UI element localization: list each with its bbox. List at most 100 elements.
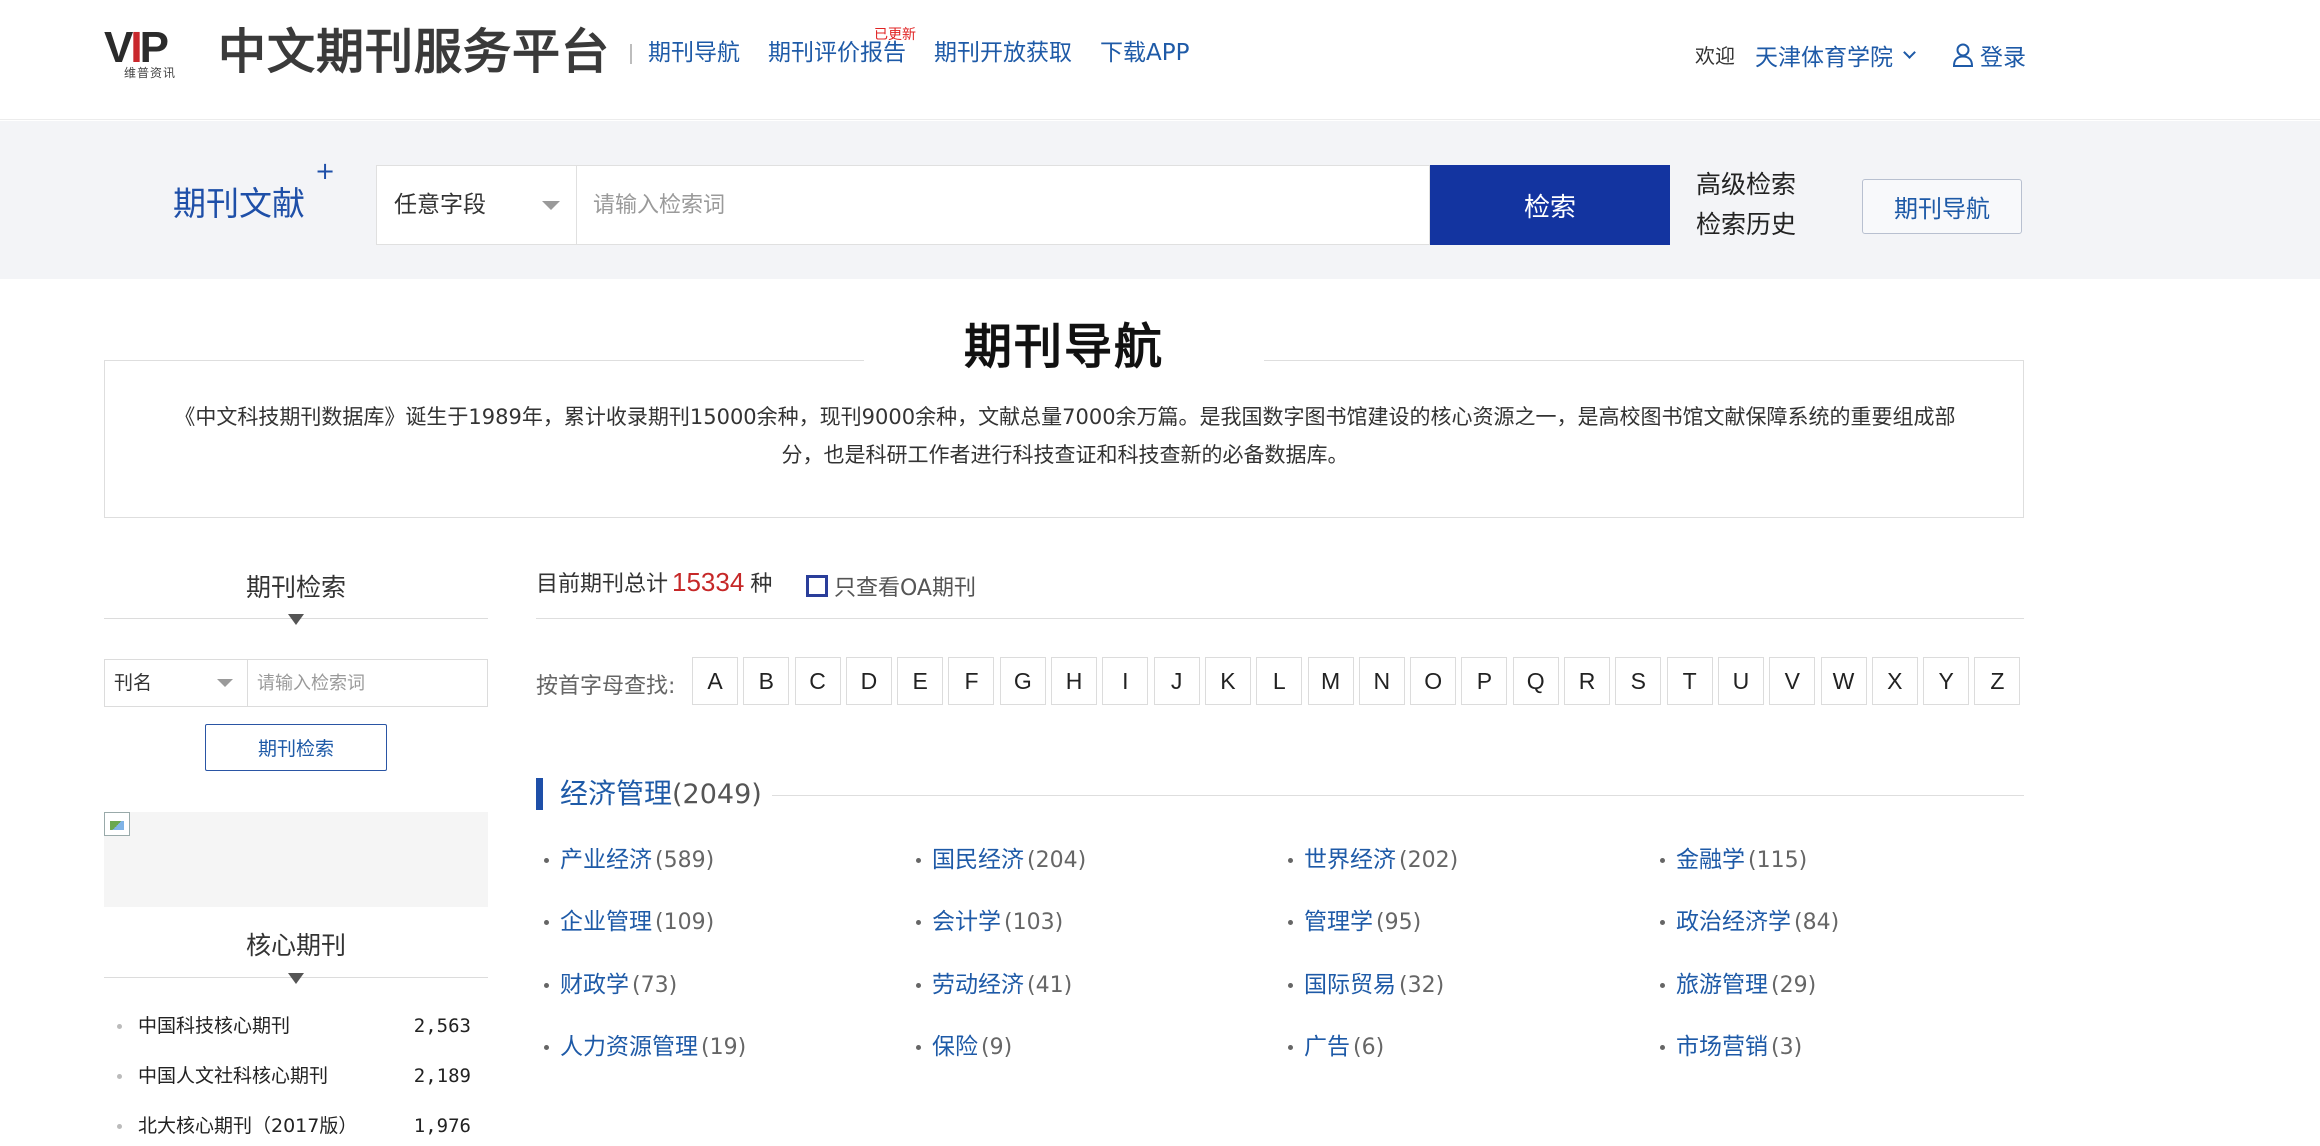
subcategory-item[interactable]: 产业经济 (589) bbox=[536, 842, 908, 904]
subcategory-name[interactable]: 金融学 bbox=[1676, 847, 1745, 873]
subcategory-name[interactable]: 财政学 bbox=[560, 972, 629, 998]
letter-button[interactable]: U bbox=[1717, 657, 1764, 705]
journal-search-button[interactable]: 期刊检索 bbox=[205, 724, 387, 771]
search-button[interactable]: 检索 bbox=[1430, 165, 1670, 245]
letter-button[interactable]: V bbox=[1769, 657, 1816, 705]
core-journal-name: 北大核心期刊（2017版） bbox=[138, 1115, 358, 1137]
vip-logo[interactable]: VIP 维普资讯 bbox=[104, 26, 204, 81]
category-link[interactable]: 经济管理(2049) bbox=[560, 774, 762, 815]
letter-button[interactable]: Z bbox=[1974, 657, 2021, 705]
subcategory-item[interactable]: 劳动经济 (41) bbox=[908, 967, 1280, 1029]
nav-journal-navigation[interactable]: 期刊导航 bbox=[648, 38, 740, 68]
subcategory-item[interactable]: 旅游管理 (29) bbox=[1652, 967, 2024, 1029]
alphabet-filter: ABCDEFGHIJKLMNOPQRSTUVWXYZ bbox=[692, 657, 2026, 705]
subcategory-name[interactable]: 旅游管理 bbox=[1676, 972, 1768, 998]
letter-button[interactable]: O bbox=[1410, 657, 1457, 705]
letter-button[interactable]: N bbox=[1358, 657, 1405, 705]
subcategory-name[interactable]: 世界经济 bbox=[1304, 847, 1396, 873]
bullet-icon bbox=[117, 1024, 122, 1029]
letter-button[interactable]: C bbox=[794, 657, 841, 705]
letter-button[interactable]: E bbox=[897, 657, 944, 705]
journal-search-input[interactable] bbox=[247, 659, 488, 707]
nav-download-app[interactable]: 下载APP bbox=[1100, 38, 1189, 68]
subcategory-item[interactable]: 国际贸易 (32) bbox=[1280, 967, 1652, 1029]
top-nav: 期刊导航 期刊评价报告 期刊开放获取 下载APP 已更新 bbox=[648, 27, 1217, 68]
letter-button[interactable]: P bbox=[1461, 657, 1508, 705]
journal-field-select[interactable]: 刊名 bbox=[104, 659, 247, 707]
subcategory-item[interactable]: 市场营销 (3) bbox=[1652, 1029, 2024, 1091]
search-input[interactable] bbox=[576, 165, 1430, 245]
letter-button[interactable]: T bbox=[1666, 657, 1713, 705]
subcategory-item[interactable]: 国民经济 (204) bbox=[908, 842, 1280, 904]
institution-dropdown[interactable]: 天津体育学院 bbox=[1755, 38, 1916, 72]
subcategory-item[interactable]: 金融学 (115) bbox=[1652, 842, 2024, 904]
core-journal-name: 中国人文社科核心期刊 bbox=[138, 1065, 329, 1087]
nav-open-access[interactable]: 期刊开放获取 bbox=[934, 38, 1072, 68]
subcategory-item[interactable]: 保险 (9) bbox=[908, 1029, 1280, 1091]
subcategory-item[interactable]: 管理学 (95) bbox=[1280, 904, 1652, 966]
subcategory-name[interactable]: 劳动经济 bbox=[932, 972, 1024, 998]
bullet-icon bbox=[544, 1045, 549, 1051]
letter-button[interactable]: S bbox=[1615, 657, 1662, 705]
letter-button[interactable]: G bbox=[999, 657, 1046, 705]
main-divider bbox=[536, 618, 2024, 619]
subcategory-name[interactable]: 市场营销 bbox=[1676, 1034, 1768, 1060]
core-journal-item[interactable]: 中国科技核心期刊 2,563 bbox=[104, 1010, 488, 1060]
letter-button[interactable]: A bbox=[692, 657, 738, 705]
letter-button[interactable]: K bbox=[1204, 657, 1251, 705]
subcategory-item[interactable]: 世界经济 (202) bbox=[1280, 842, 1652, 904]
subcategory-count: (9) bbox=[981, 1035, 1013, 1061]
subcategory-item[interactable]: 企业管理 (109) bbox=[536, 904, 908, 966]
letter-button[interactable]: B bbox=[743, 657, 790, 705]
subcategory-name[interactable]: 保险 bbox=[932, 1034, 978, 1060]
letter-button[interactable]: W bbox=[1820, 657, 1867, 705]
letter-button[interactable]: H bbox=[1051, 657, 1098, 705]
subcategory-item[interactable]: 人力资源管理 (19) bbox=[536, 1029, 908, 1091]
field-select[interactable]: 任意字段 bbox=[376, 165, 576, 245]
subcategory-name[interactable]: 广告 bbox=[1304, 1034, 1350, 1060]
letter-button[interactable]: X bbox=[1871, 657, 1918, 705]
subcategory-name[interactable]: 人力资源管理 bbox=[560, 1034, 698, 1060]
search-scope-tab[interactable]: 期刊文献 + bbox=[173, 157, 335, 225]
core-journal-item[interactable]: 北大核心期刊（2017版） 1,976 bbox=[104, 1110, 488, 1146]
subcategory-item[interactable]: 会计学 (103) bbox=[908, 904, 1280, 966]
title-divider bbox=[630, 44, 632, 64]
letter-button[interactable]: J bbox=[1153, 657, 1200, 705]
journal-navigation-button[interactable]: 期刊导航 bbox=[1862, 179, 2022, 234]
oa-only-checkbox[interactable]: 只查看OA期刊 bbox=[806, 570, 976, 602]
site-title: 中文期刊服务平台 bbox=[218, 24, 611, 80]
advanced-search-link[interactable]: 高级检索 bbox=[1696, 165, 1796, 205]
subcategory-name[interactable]: 政治经济学 bbox=[1676, 909, 1791, 935]
letter-button[interactable]: L bbox=[1256, 657, 1303, 705]
bullet-icon bbox=[544, 858, 549, 863]
category-name: 经济管理 bbox=[560, 777, 673, 810]
letter-button[interactable]: F bbox=[948, 657, 995, 705]
triangle-down-icon bbox=[288, 614, 304, 625]
journal-field-value: 刊名 bbox=[114, 672, 153, 694]
letter-button[interactable]: Q bbox=[1512, 657, 1559, 705]
subcategory-name[interactable]: 会计学 bbox=[932, 909, 1001, 935]
letter-button[interactable]: Y bbox=[1923, 657, 1970, 705]
subcategory-name[interactable]: 产业经济 bbox=[560, 847, 652, 873]
subcategory-item[interactable]: 广告 (6) bbox=[1280, 1029, 1652, 1091]
subcategory-name[interactable]: 国际贸易 bbox=[1304, 972, 1396, 998]
subcategory-item[interactable]: 政治经济学 (84) bbox=[1652, 904, 2024, 966]
core-journal-item[interactable]: 中国人文社科核心期刊 2,189 bbox=[104, 1060, 488, 1110]
journal-total: 目前期刊总计 15334 种 bbox=[536, 566, 772, 598]
letter-button[interactable]: M bbox=[1307, 657, 1354, 705]
letter-button[interactable]: I bbox=[1102, 657, 1149, 705]
subcategory-name[interactable]: 管理学 bbox=[1304, 909, 1373, 935]
bullet-icon bbox=[544, 920, 549, 926]
core-journals-title: 核心期刊 bbox=[245, 931, 346, 960]
banner-image[interactable] bbox=[104, 812, 488, 907]
login-link[interactable]: 登录 bbox=[1952, 38, 2026, 72]
letter-button[interactable]: R bbox=[1564, 657, 1611, 705]
subcategory-name[interactable]: 国民经济 bbox=[932, 847, 1024, 873]
letter-button[interactable]: D bbox=[845, 657, 892, 705]
search-history-link[interactable]: 检索历史 bbox=[1696, 205, 1796, 245]
oa-only-label: 只查看OA期刊 bbox=[834, 576, 976, 601]
subcategory-item[interactable]: 财政学 (73) bbox=[536, 967, 908, 1029]
scope-plus-icon[interactable]: + bbox=[315, 157, 335, 185]
subcategory-count: (3) bbox=[1771, 1035, 1803, 1061]
subcategory-name[interactable]: 企业管理 bbox=[560, 909, 652, 935]
